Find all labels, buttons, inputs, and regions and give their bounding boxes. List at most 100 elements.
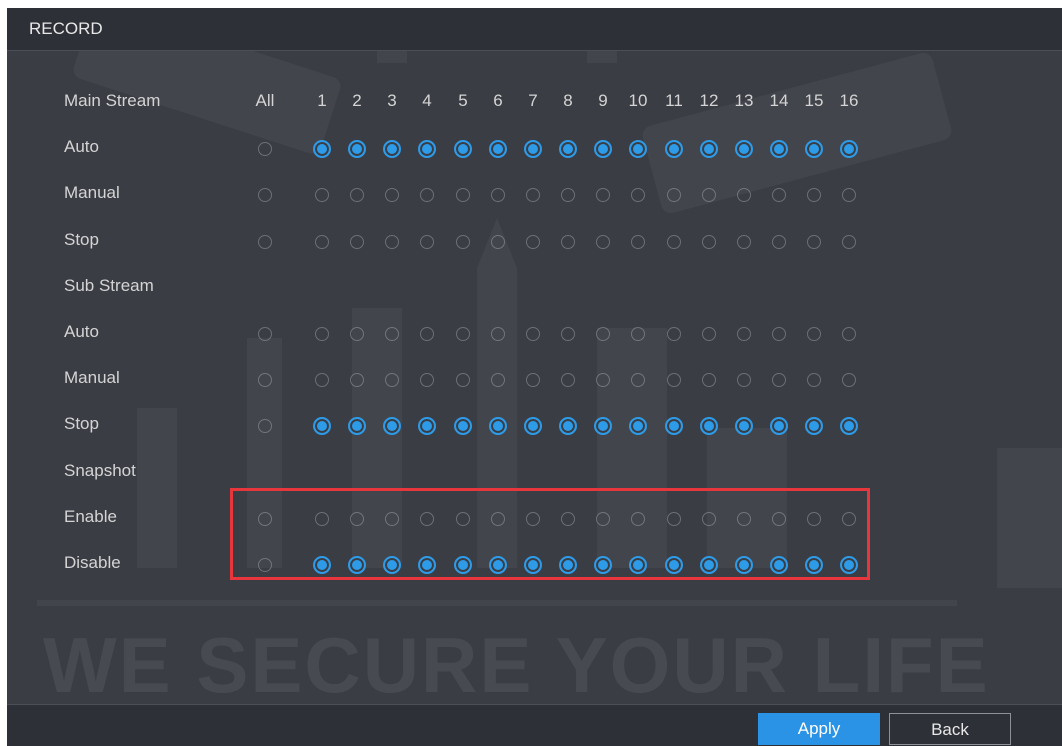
sub-stream-stop-radio-ch6[interactable] (489, 417, 507, 436)
sub-stream-stop-radio-ch3[interactable] (383, 417, 401, 436)
main-stream-stop-radio-ch5[interactable] (456, 234, 470, 249)
sub-stream-stop-radio-ch2[interactable] (348, 417, 366, 436)
sub-stream-auto-radio-ch1[interactable] (315, 327, 329, 341)
snapshot-enable-radio-ch16[interactable] (842, 511, 856, 526)
main-stream-manual-radio-ch14[interactable] (772, 188, 786, 203)
main-stream-auto-radio-ch16[interactable] (840, 140, 858, 159)
main-stream-manual-radio-ch2[interactable] (350, 188, 364, 203)
main-stream-auto-radio-ch4[interactable] (418, 140, 436, 159)
main-stream-auto-radio-ch7[interactable] (524, 140, 542, 159)
snapshot-disable-radio-ch15[interactable] (805, 556, 823, 574)
sub-stream-auto-radio-ch7[interactable] (526, 327, 540, 341)
main-stream-manual-radio-ch13[interactable] (737, 188, 751, 203)
sub-stream-stop-radio-all[interactable] (258, 419, 272, 434)
sub-stream-manual-radio-ch2[interactable] (350, 373, 364, 388)
main-stream-stop-radio-ch14[interactable] (772, 234, 786, 249)
snapshot-disable-radio-ch5[interactable] (454, 556, 472, 574)
main-stream-stop-radio-all[interactable] (258, 234, 272, 249)
snapshot-enable-radio-ch14[interactable] (772, 511, 786, 526)
sub-stream-auto-radio-ch9[interactable] (596, 327, 610, 341)
snapshot-enable-radio-ch12[interactable] (702, 511, 716, 526)
sub-stream-stop-radio-ch9[interactable] (594, 417, 612, 436)
sub-stream-stop-radio-ch10[interactable] (629, 417, 647, 436)
snapshot-enable-radio-all[interactable] (258, 511, 272, 526)
snapshot-enable-radio-ch7[interactable] (526, 511, 540, 526)
snapshot-disable-radio-ch6[interactable] (489, 556, 507, 574)
snapshot-disable-radio-ch4[interactable] (418, 556, 436, 574)
sub-stream-auto-radio-ch5[interactable] (456, 327, 470, 341)
snapshot-enable-radio-ch8[interactable] (561, 511, 575, 526)
sub-stream-auto-radio-ch15[interactable] (807, 327, 821, 341)
sub-stream-manual-radio-ch1[interactable] (315, 373, 329, 388)
snapshot-enable-radio-ch13[interactable] (737, 511, 751, 526)
snapshot-enable-radio-ch2[interactable] (350, 511, 364, 526)
snapshot-enable-radio-ch15[interactable] (807, 511, 821, 526)
main-stream-stop-radio-ch1[interactable] (315, 234, 329, 249)
main-stream-auto-radio-ch8[interactable] (559, 140, 577, 159)
snapshot-enable-radio-ch10[interactable] (631, 511, 645, 526)
sub-stream-manual-radio-ch5[interactable] (456, 373, 470, 388)
main-stream-auto-radio-ch6[interactable] (489, 140, 507, 159)
sub-stream-auto-radio-ch8[interactable] (561, 327, 575, 341)
sub-stream-stop-radio-ch15[interactable] (805, 417, 823, 436)
main-stream-auto-radio-ch5[interactable] (454, 140, 472, 159)
sub-stream-manual-radio-ch14[interactable] (772, 373, 786, 388)
sub-stream-auto-radio-ch12[interactable] (702, 327, 716, 341)
main-stream-manual-radio-ch7[interactable] (526, 188, 540, 203)
sub-stream-manual-radio-ch15[interactable] (807, 373, 821, 388)
snapshot-disable-radio-ch11[interactable] (665, 556, 683, 574)
main-stream-auto-radio-ch9[interactable] (594, 140, 612, 159)
main-stream-auto-radio-ch11[interactable] (665, 140, 683, 159)
sub-stream-manual-radio-ch8[interactable] (561, 373, 575, 388)
main-stream-stop-radio-ch2[interactable] (350, 234, 364, 249)
main-stream-auto-radio-ch3[interactable] (383, 140, 401, 159)
sub-stream-manual-radio-ch6[interactable] (491, 373, 505, 388)
sub-stream-stop-radio-ch12[interactable] (700, 417, 718, 436)
sub-stream-stop-radio-ch7[interactable] (524, 417, 542, 436)
sub-stream-manual-radio-ch4[interactable] (420, 373, 434, 388)
main-stream-manual-radio-ch1[interactable] (315, 188, 329, 203)
main-stream-auto-radio-ch2[interactable] (348, 140, 366, 159)
sub-stream-auto-radio-ch3[interactable] (385, 327, 399, 341)
sub-stream-manual-radio-ch9[interactable] (596, 373, 610, 388)
snapshot-enable-radio-ch11[interactable] (667, 511, 681, 526)
sub-stream-manual-radio-ch7[interactable] (526, 373, 540, 388)
sub-stream-stop-radio-ch5[interactable] (454, 417, 472, 436)
snapshot-disable-radio-ch3[interactable] (383, 556, 401, 574)
main-stream-stop-radio-ch6[interactable] (491, 234, 505, 249)
sub-stream-auto-radio-ch14[interactable] (772, 327, 786, 341)
snapshot-disable-radio-ch14[interactable] (770, 556, 788, 574)
sub-stream-stop-radio-ch11[interactable] (665, 417, 683, 436)
main-stream-stop-radio-ch12[interactable] (702, 234, 716, 249)
main-stream-auto-radio-all[interactable] (258, 142, 272, 157)
sub-stream-stop-radio-ch8[interactable] (559, 417, 577, 436)
main-stream-auto-radio-ch10[interactable] (629, 140, 647, 159)
sub-stream-manual-radio-ch13[interactable] (737, 373, 751, 388)
snapshot-disable-radio-ch13[interactable] (735, 556, 753, 574)
apply-button[interactable]: Apply (758, 713, 880, 745)
snapshot-disable-radio-ch7[interactable] (524, 556, 542, 574)
main-stream-manual-radio-all[interactable] (258, 188, 272, 203)
sub-stream-auto-radio-ch10[interactable] (631, 327, 645, 341)
main-stream-manual-radio-ch11[interactable] (667, 188, 681, 203)
main-stream-manual-radio-ch15[interactable] (807, 188, 821, 203)
main-stream-manual-radio-ch5[interactable] (456, 188, 470, 203)
sub-stream-auto-radio-ch4[interactable] (420, 327, 434, 341)
main-stream-stop-radio-ch16[interactable] (842, 234, 856, 249)
main-stream-stop-radio-ch7[interactable] (526, 234, 540, 249)
snapshot-disable-radio-ch10[interactable] (629, 556, 647, 574)
main-stream-manual-radio-ch3[interactable] (385, 188, 399, 203)
sub-stream-stop-radio-ch14[interactable] (770, 417, 788, 436)
sub-stream-auto-radio-ch16[interactable] (842, 327, 856, 341)
sub-stream-manual-radio-ch3[interactable] (385, 373, 399, 388)
main-stream-stop-radio-ch8[interactable] (561, 234, 575, 249)
snapshot-enable-radio-ch4[interactable] (420, 511, 434, 526)
sub-stream-auto-radio-all[interactable] (258, 327, 272, 341)
main-stream-auto-radio-ch12[interactable] (700, 140, 718, 159)
snapshot-enable-radio-ch3[interactable] (385, 511, 399, 526)
main-stream-auto-radio-ch13[interactable] (735, 140, 753, 159)
sub-stream-auto-radio-ch11[interactable] (667, 327, 681, 341)
main-stream-auto-radio-ch1[interactable] (313, 140, 331, 159)
sub-stream-auto-radio-ch2[interactable] (350, 327, 364, 341)
sub-stream-stop-radio-ch4[interactable] (418, 417, 436, 436)
